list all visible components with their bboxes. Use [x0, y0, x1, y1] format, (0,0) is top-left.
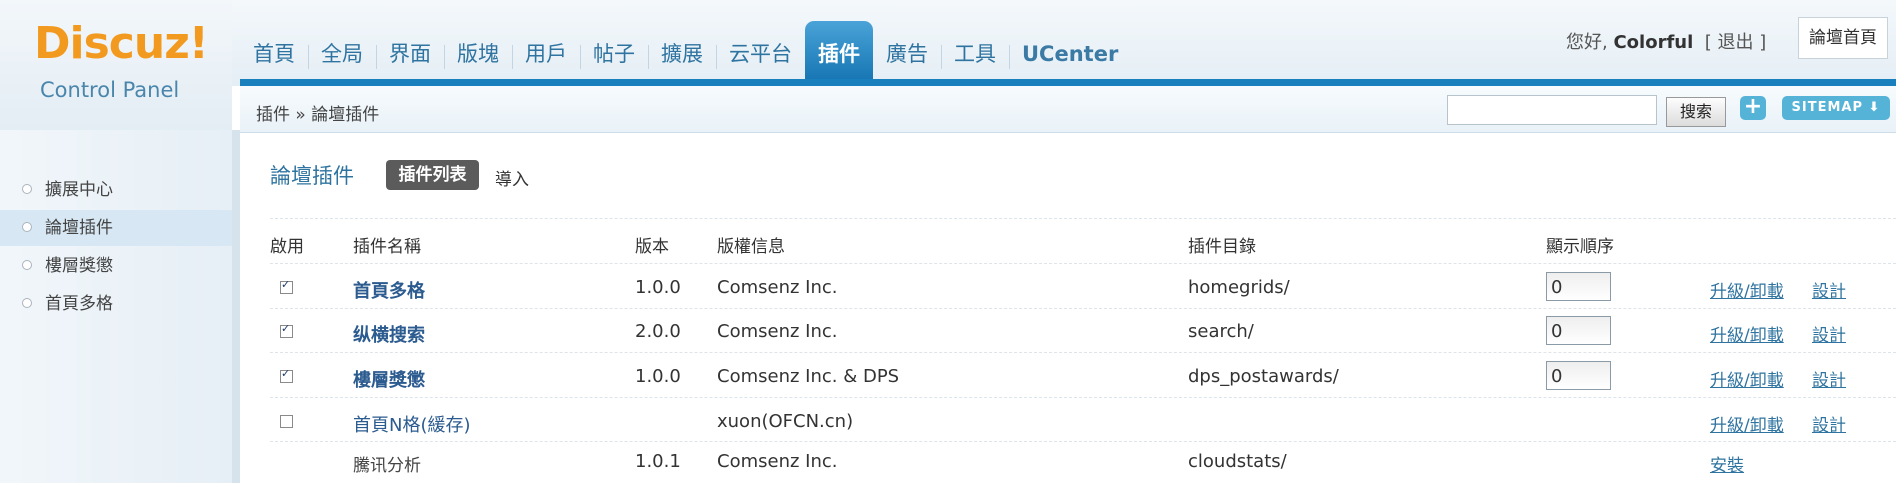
design-link[interactable]: 設計 — [1812, 321, 1846, 346]
greeting: 您好, — [1566, 32, 1608, 53]
user-area: 您好, Colorful [ 退出 ] — [1566, 28, 1766, 54]
plugin-version: 2.0.0 — [635, 321, 681, 342]
sitemap-button[interactable]: SITEMAP ⬇ — [1782, 96, 1890, 120]
plugin-directory: dps_postawards/ — [1188, 366, 1339, 387]
enable-checkbox[interactable] — [280, 322, 293, 338]
upgrade-uninstall-link[interactable]: 升級/卸載 — [1710, 277, 1784, 302]
divider — [270, 397, 1896, 398]
upgrade-uninstall-link[interactable]: 升級/卸載 — [1710, 366, 1784, 391]
breadcrumb: 插件 » 論壇插件 — [256, 105, 380, 125]
nav-global[interactable]: 全局 — [308, 21, 376, 79]
bullet-icon — [22, 298, 32, 308]
page-title: 論壇插件 — [270, 164, 354, 188]
table-row: 樓層獎懲 1.0.0 Comsenz Inc. & DPS dps_postaw… — [270, 355, 1896, 399]
plugin-copyright: Comsenz Inc. & DPS — [717, 366, 900, 387]
enable-checkbox[interactable] — [280, 415, 293, 428]
column-header-order: 顯示順序 — [1546, 237, 1614, 257]
bullet-icon — [22, 260, 32, 270]
sidebar-divider — [232, 130, 240, 483]
display-order-input[interactable]: 0 — [1546, 316, 1611, 345]
design-link[interactable]: 設計 — [1812, 277, 1846, 302]
sidebar: 擴展中心 論壇插件 樓層獎懲 首頁多格 — [0, 130, 232, 483]
username: Colorful — [1613, 32, 1694, 53]
table-row: 首頁多格 1.0.0 Comsenz Inc. homegrids/ 0 升級/… — [270, 266, 1896, 310]
display-order-input[interactable]: 0 — [1546, 272, 1611, 301]
nav-posts[interactable]: 帖子 — [580, 21, 648, 79]
plugin-name[interactable]: 樓層獎懲 — [353, 366, 425, 392]
divider — [270, 352, 1896, 353]
sidebar-item-forum-plugins[interactable]: 論壇插件 — [0, 210, 232, 246]
column-header-copyright: 版權信息 — [717, 237, 785, 257]
logout-bracket-close: ] — [1759, 32, 1767, 53]
add-shortcut-button[interactable]: + — [1740, 96, 1766, 120]
logout-bracket-open: [ — [1704, 32, 1712, 53]
plugin-directory: homegrids/ — [1188, 277, 1290, 298]
logo-subtitle: Control Panel — [40, 78, 180, 102]
sidebar-item-label: 擴展中心 — [45, 180, 113, 200]
upgrade-uninstall-link[interactable]: 升級/卸載 — [1710, 321, 1784, 346]
nav-users[interactable]: 用戶 — [512, 21, 580, 79]
table-row: 纵横搜索 2.0.0 Comsenz Inc. search/ 0 升級/卸載 … — [270, 310, 1896, 354]
design-link[interactable]: 設計 — [1812, 366, 1846, 391]
column-header-version: 版本 — [635, 237, 669, 257]
nav-ads[interactable]: 廣告 — [873, 21, 941, 79]
nav-cloud-platform[interactable]: 云平台 — [716, 21, 805, 79]
upgrade-uninstall-link[interactable]: 升級/卸載 — [1710, 411, 1784, 436]
sidebar-item-label: 首頁多格 — [45, 294, 113, 314]
plugin-directory: search/ — [1188, 321, 1254, 342]
plugin-version: 1.0.0 — [635, 277, 681, 298]
sidebar-item-extension-center[interactable]: 擴展中心 — [0, 172, 232, 208]
logo[interactable]: Discuz! Control Panel — [0, 0, 232, 130]
sidebar-item-home-grids[interactable]: 首頁多格 — [0, 286, 232, 322]
plugin-copyright: xuon(OFCN.cn) — [717, 411, 854, 432]
sidebar-item-floor-awards[interactable]: 樓層獎懲 — [0, 248, 232, 284]
nav-tools[interactable]: 工具 — [941, 21, 1009, 79]
nav-underline-bar — [240, 79, 1896, 86]
display-order-input[interactable]: 0 — [1546, 361, 1611, 390]
bullet-icon — [22, 222, 32, 232]
divider — [270, 218, 1896, 219]
nav-extensions[interactable]: 擴展 — [648, 21, 716, 79]
column-header-name: 插件名稱 — [353, 237, 421, 257]
search-button[interactable]: 搜索 — [1666, 97, 1726, 127]
enable-checkbox[interactable] — [280, 278, 293, 294]
tab-plugin-list[interactable]: 插件列表 — [386, 160, 479, 190]
plugin-version: 1.0.0 — [635, 366, 681, 387]
nav-plugins[interactable]: 插件 — [805, 21, 873, 79]
design-link[interactable]: 設計 — [1812, 411, 1846, 436]
nav-interface[interactable]: 界面 — [376, 21, 444, 79]
top-nav: 首頁 全局 界面 版塊 用戶 帖子 擴展 云平台 插件 廣告 工具 UCente… — [240, 21, 1131, 79]
search-input[interactable] — [1447, 95, 1657, 125]
bullet-icon — [22, 184, 32, 194]
plugin-copyright: Comsenz Inc. — [717, 277, 838, 298]
plugin-copyright: Comsenz Inc. — [717, 451, 838, 472]
forum-home-button[interactable]: 論壇首頁 — [1798, 17, 1888, 59]
divider — [270, 308, 1896, 309]
table-row: 騰讯分析 1.0.1 Comsenz Inc. cloudstats/ 安裝 — [270, 441, 1896, 485]
sidebar-item-label: 樓層獎懲 — [45, 256, 113, 276]
plugin-version: 1.0.1 — [635, 451, 681, 472]
enable-checkbox[interactable] — [280, 367, 293, 383]
divider — [270, 263, 1896, 264]
nav-forums[interactable]: 版塊 — [444, 21, 512, 79]
column-header-enabled: 啟用 — [270, 237, 304, 257]
column-header-directory: 插件目錄 — [1188, 237, 1256, 257]
sidebar-item-label: 論壇插件 — [45, 218, 113, 238]
install-link[interactable]: 安裝 — [1710, 451, 1744, 476]
plugin-name: 騰讯分析 — [353, 456, 421, 476]
plugin-directory: cloudstats/ — [1188, 451, 1287, 472]
tab-import[interactable]: 導入 — [495, 165, 529, 190]
nav-ucenter[interactable]: UCenter — [1009, 21, 1131, 79]
plugin-name[interactable]: 纵横搜索 — [353, 321, 425, 347]
plugin-copyright: Comsenz Inc. — [717, 321, 838, 342]
table-row: 首頁N格(緩存) xuon(OFCN.cn) 升級/卸載 設計 — [270, 400, 1896, 444]
nav-home[interactable]: 首頁 — [240, 21, 308, 79]
logo-title: Discuz! — [34, 18, 209, 69]
logout-link[interactable]: 退出 — [1718, 32, 1754, 53]
plugin-name[interactable]: 首頁多格 — [353, 277, 425, 303]
subbar: 插件 » 論壇插件 搜索 + SITEMAP ⬇ — [240, 86, 1896, 133]
plugin-name[interactable]: 首頁N格(緩存) — [353, 411, 471, 437]
